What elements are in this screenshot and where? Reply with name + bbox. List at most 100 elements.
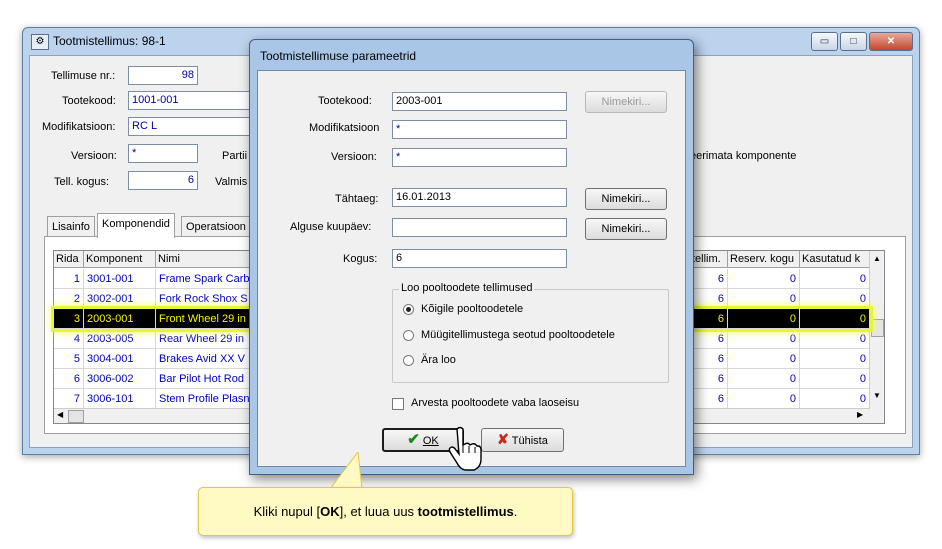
cell-kasutatud[interactable]: 0 — [800, 309, 870, 329]
cell-rida[interactable]: 2 — [54, 289, 84, 309]
col-header-reserv[interactable]: Reserv. kogu — [728, 251, 800, 268]
product-code-field[interactable]: 1001-001 — [128, 91, 253, 110]
tooltip-text-pre: Kliki nupul [ — [253, 504, 321, 519]
cell-tellim[interactable]: 6 — [690, 329, 728, 349]
cell-kasutatud[interactable]: 0 — [800, 369, 870, 389]
tab-komponendid[interactable]: Komponendid — [97, 213, 175, 238]
start-date-field[interactable] — [392, 218, 567, 237]
cell-reserv[interactable]: 0 — [728, 349, 800, 369]
scroll-right-icon[interactable]: ▶ — [857, 410, 863, 419]
vertical-scroll-thumb[interactable] — [871, 319, 884, 337]
cell-komponent[interactable]: 3001-001 — [84, 269, 156, 289]
cell-kasutatud[interactable]: 0 — [800, 389, 870, 409]
dlg-product-code-label: Tootekood: — [318, 95, 372, 107]
ordered-qty-field[interactable]: 6 — [128, 171, 198, 190]
hand-cursor-icon — [448, 426, 482, 471]
free-stock-checkbox[interactable] — [392, 398, 404, 410]
dlg-version-field[interactable]: * — [392, 148, 567, 167]
dlg-modification-field[interactable]: * — [392, 120, 567, 139]
cell-rida[interactable]: 5 — [54, 349, 84, 369]
minimize-button[interactable]: ▭ — [811, 32, 838, 51]
cell-reserv[interactable]: 0 — [728, 289, 800, 309]
version-field[interactable]: * — [128, 144, 198, 163]
start-date-list-button[interactable]: Nimekiri... — [585, 218, 667, 240]
deadline-list-button[interactable]: Nimekiri... — [585, 188, 667, 210]
radio-all-semi-products[interactable] — [403, 304, 414, 315]
radio-sales-linked-semi-products[interactable] — [403, 330, 414, 341]
deadline-field[interactable]: 16.01.2013 — [392, 188, 567, 207]
cell-kasutatud[interactable]: 0 — [800, 349, 870, 369]
cell-rida[interactable]: 7 — [54, 389, 84, 409]
quantity-field[interactable]: 6 — [392, 249, 567, 268]
horizontal-scroll-thumb[interactable] — [68, 410, 84, 423]
radio-all-semi-products-label: Kõigile pooltoodetele — [421, 303, 524, 315]
window-gear-icon: ⚙ — [31, 34, 49, 50]
cell-tellim[interactable]: 6 — [690, 369, 728, 389]
cell-reserv[interactable]: 0 — [728, 389, 800, 409]
col-header-rida[interactable]: Rida — [54, 251, 84, 268]
cell-reserv[interactable]: 0 — [728, 369, 800, 389]
cell-komponent[interactable]: 3004-001 — [84, 349, 156, 369]
free-stock-checkbox-label: Arvesta pooltoodete vaba laoseisu — [411, 397, 580, 409]
tooltip-bold: tootmistellimus — [417, 504, 514, 519]
radio-sales-linked-label: Müügitellimustega seotud pooltoodetele — [421, 329, 615, 341]
cell-tellim[interactable]: 6 — [690, 269, 728, 289]
cell-rida[interactable]: 6 — [54, 369, 84, 389]
ok-label: OK — [422, 435, 439, 447]
radio-do-not-create-label: Ära loo — [421, 354, 456, 366]
cell-kasutatud[interactable]: 0 — [800, 269, 870, 289]
cell-komponent[interactable]: 2003-005 — [84, 329, 156, 349]
cell-rida[interactable]: 3 — [54, 309, 84, 329]
maximize-icon: □ — [850, 36, 857, 47]
tab-operatsioonid[interactable]: Operatsioon — [181, 216, 257, 237]
modification-field[interactable]: RC L — [128, 117, 253, 136]
maximize-button[interactable]: □ — [840, 32, 867, 51]
col-header-komponent[interactable]: Komponent — [84, 251, 156, 268]
grid-vertical-scrollbar[interactable]: ▲ ▼ — [869, 251, 884, 423]
scroll-down-icon[interactable]: ▼ — [873, 391, 881, 400]
cell-kasutatud[interactable]: 0 — [800, 289, 870, 309]
cell-tellim[interactable]: 6 — [690, 309, 728, 329]
semi-products-group-title: Loo pooltoodete tellimused — [399, 282, 535, 294]
checkmark-icon: ✔ — [407, 431, 420, 448]
product-code-list-button[interactable]: Nimekiri... — [585, 91, 667, 113]
close-button[interactable]: ✕ — [869, 32, 913, 51]
tooltip-ok: OK — [320, 504, 340, 519]
cancel-label: Tühista — [511, 435, 548, 447]
cell-komponent[interactable]: 3002-001 — [84, 289, 156, 309]
instruction-tooltip: Kliki nupul [OK], et luua uus tootmistel… — [198, 487, 573, 536]
dialog-title: Tootmistellimuse parameetrid — [260, 49, 417, 63]
cancel-button[interactable]: ✘ Tühista — [481, 428, 564, 452]
dlg-product-code-field[interactable]: 2003-001 — [392, 92, 567, 111]
unreserved-components-label: eerimata komponente — [690, 150, 797, 162]
start-date-label: Alguse kuupäev: — [290, 221, 372, 233]
tooltip-text-post: . — [513, 504, 518, 519]
dlg-modification-label: Modifikatsioon — [309, 122, 380, 134]
cell-tellim[interactable]: 6 — [690, 289, 728, 309]
scroll-up-icon[interactable]: ▲ — [873, 254, 881, 263]
cell-reserv[interactable]: 0 — [728, 269, 800, 289]
cell-komponent[interactable]: 2003-001 — [84, 309, 156, 329]
dlg-version-label: Versioon: — [331, 151, 377, 163]
order-nr-field[interactable]: 98 — [128, 66, 198, 85]
minimize-icon: ▭ — [819, 36, 830, 47]
tab-lisainfo[interactable]: Lisainfo — [47, 216, 95, 237]
cell-tellim[interactable]: 6 — [690, 349, 728, 369]
scroll-left-icon[interactable]: ◀ — [57, 410, 63, 419]
version-label: Versioon: — [71, 150, 117, 162]
ordered-qty-label: Tell. kogus: — [54, 176, 110, 188]
cell-komponent[interactable]: 3006-002 — [84, 369, 156, 389]
cell-tellim[interactable]: 6 — [690, 389, 728, 409]
tooltip-text-mid: ], et luua uus — [339, 504, 418, 519]
cell-komponent[interactable]: 3006-101 — [84, 389, 156, 409]
cell-rida[interactable]: 4 — [54, 329, 84, 349]
x-icon: ✘ — [497, 431, 509, 447]
cell-kasutatud[interactable]: 0 — [800, 329, 870, 349]
radio-do-not-create[interactable] — [403, 355, 414, 366]
cell-reserv[interactable]: 0 — [728, 329, 800, 349]
col-header-kasutatud[interactable]: Kasutatud k — [800, 251, 870, 268]
tooltip-pointer — [328, 452, 363, 490]
cell-reserv[interactable]: 0 — [728, 309, 800, 329]
cell-rida[interactable]: 1 — [54, 269, 84, 289]
col-header-tellim[interactable]: tellim. — [690, 251, 728, 268]
